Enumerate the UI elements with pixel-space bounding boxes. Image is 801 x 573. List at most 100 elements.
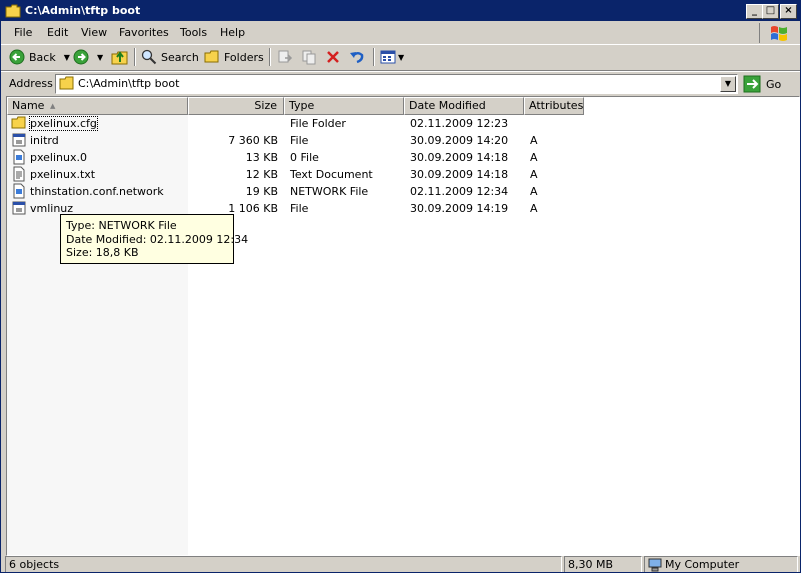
- text-document-icon: [13, 166, 25, 182]
- column-attributes-label: Attributes: [529, 99, 584, 112]
- column-header-attributes[interactable]: Attributes: [524, 97, 584, 115]
- go-button[interactable]: Go: [743, 74, 781, 94]
- maximize-button[interactable]: □: [762, 4, 779, 19]
- window-title: C:\Admin\tftp boot: [25, 4, 141, 17]
- toolbar-separator: [269, 48, 271, 66]
- windows-logo-icon: [759, 23, 796, 43]
- column-header-name[interactable]: Name ▲: [7, 97, 188, 115]
- file-type: Text Document: [290, 168, 373, 181]
- address-bar: Address C:\Admin\tftp boot ▼ Go: [1, 71, 800, 96]
- forward-button[interactable]: ▼: [73, 47, 103, 67]
- list-item[interactable]: thinstation.conf.network 19 KB NETWORK F…: [7, 183, 797, 200]
- status-objects: 6 objects: [9, 558, 60, 571]
- file-size: 7 360 KB: [228, 134, 278, 147]
- search-label: Search: [161, 50, 199, 64]
- minimize-button[interactable]: _: [746, 4, 763, 19]
- menu-help[interactable]: Help: [220, 26, 245, 39]
- file-size: 12 KB: [245, 168, 278, 181]
- back-button[interactable]: Back ▼: [9, 47, 70, 67]
- list-item[interactable]: initrd 7 360 KB File 30.09.2009 14:20 A: [7, 132, 797, 149]
- list-item[interactable]: pxelinux.cfg File Folder 02.11.2009 12:2…: [7, 115, 797, 132]
- back-arrow-icon: [9, 49, 25, 65]
- forward-dropdown-icon[interactable]: ▼: [97, 53, 103, 62]
- file-type: File Folder: [290, 117, 346, 130]
- undo-icon: [350, 52, 364, 64]
- undo-button[interactable]: [349, 47, 365, 67]
- move-to-button[interactable]: [277, 47, 293, 67]
- views-dropdown-icon: ▼: [398, 52, 405, 62]
- column-modified-label: Date Modified: [409, 99, 486, 112]
- title-bar[interactable]: C:\Admin\tftp boot _ □ ×: [1, 1, 800, 21]
- file-attributes: A: [530, 151, 538, 164]
- file-icon: [12, 133, 26, 147]
- my-computer-icon: [648, 558, 662, 572]
- address-input[interactable]: C:\Admin\tftp boot ▼: [55, 74, 738, 94]
- copy-to-icon: [302, 50, 316, 65]
- status-size-pane: 8,30 MB: [564, 556, 642, 572]
- file-list[interactable]: Name ▲ Size Type Date Modified Attribute…: [6, 96, 800, 556]
- menu-view[interactable]: View: [81, 26, 107, 39]
- folder-icon: [59, 76, 74, 90]
- file-date-modified: 30.09.2009 14:20: [410, 134, 509, 147]
- sort-ascending-icon: ▲: [50, 102, 56, 110]
- file-name: pxelinux.cfg: [29, 116, 98, 131]
- go-arrow-icon: [743, 75, 761, 93]
- file-date-modified: 30.09.2009 14:18: [410, 151, 509, 164]
- back-label: Back: [29, 50, 56, 64]
- file-date-modified: 02.11.2009 12:34: [410, 185, 509, 198]
- column-type-label: Type: [289, 99, 315, 112]
- folder-icon: [11, 116, 26, 129]
- address-label: Address: [9, 77, 53, 90]
- folders-button[interactable]: Folders: [204, 47, 264, 67]
- file-size: 13 KB: [245, 151, 278, 164]
- close-button[interactable]: ×: [780, 4, 797, 19]
- file-name: initrd: [30, 134, 59, 147]
- file-attributes: A: [530, 168, 538, 181]
- menu-file[interactable]: File: [14, 26, 32, 39]
- standard-toolbar: Back ▼ ▼ Search Folders ▼: [1, 45, 800, 71]
- document-icon: [13, 183, 25, 199]
- forward-arrow-icon: [73, 49, 89, 65]
- menu-tools[interactable]: Tools: [180, 26, 207, 39]
- file-name: thinstation.conf.network: [30, 185, 164, 198]
- file-date-modified: 30.09.2009 14:18: [410, 168, 509, 181]
- file-size: 19 KB: [245, 185, 278, 198]
- menu-edit[interactable]: Edit: [47, 26, 68, 39]
- file-attributes: A: [530, 185, 538, 198]
- column-header-date-modified[interactable]: Date Modified: [404, 97, 524, 115]
- column-header-type[interactable]: Type: [284, 97, 404, 115]
- list-item[interactable]: pxelinux.txt 12 KB Text Document 30.09.2…: [7, 166, 797, 183]
- copy-to-button[interactable]: [301, 47, 317, 67]
- views-button[interactable]: ▼: [380, 47, 404, 67]
- delete-x-icon: [327, 51, 339, 63]
- file-type: File: [290, 134, 309, 147]
- file-icon: [12, 201, 26, 215]
- folders-label: Folders: [224, 50, 264, 64]
- status-bar: 6 objects 8,30 MB My Computer: [1, 555, 800, 572]
- document-icon: [13, 149, 25, 165]
- file-attributes: A: [530, 202, 538, 215]
- menu-favorites[interactable]: Favorites: [119, 26, 169, 39]
- list-item[interactable]: pxelinux.0 13 KB 0 File 30.09.2009 14:18…: [7, 149, 797, 166]
- folders-icon: [204, 50, 219, 63]
- delete-button[interactable]: [325, 47, 341, 67]
- file-name: pxelinux.txt: [30, 168, 96, 181]
- file-attributes: A: [530, 134, 538, 147]
- explorer-window: C:\Admin\tftp boot _ □ × File Edit View …: [0, 0, 801, 573]
- column-size-label: Size: [254, 99, 277, 112]
- address-value: C:\Admin\tftp boot: [78, 77, 180, 90]
- column-header-size[interactable]: Size: [188, 97, 284, 115]
- status-size: 8,30 MB: [568, 558, 614, 571]
- up-folder-button[interactable]: [111, 47, 129, 67]
- address-dropdown-button[interactable]: ▼: [720, 76, 736, 92]
- move-to-icon: [278, 50, 293, 63]
- search-button[interactable]: Search: [141, 47, 199, 67]
- status-objects-pane: 6 objects: [5, 556, 562, 572]
- views-icon: [380, 50, 396, 64]
- back-dropdown-icon[interactable]: ▼: [64, 53, 70, 62]
- go-label: Go: [766, 77, 782, 91]
- up-folder-icon: [111, 51, 128, 65]
- file-info-tooltip: Type: NETWORK File Date Modified: 02.11.…: [60, 214, 248, 264]
- tooltip-date-modified: Date Modified: 02.11.2009 12:34: [66, 233, 249, 246]
- file-type: NETWORK File: [290, 185, 369, 198]
